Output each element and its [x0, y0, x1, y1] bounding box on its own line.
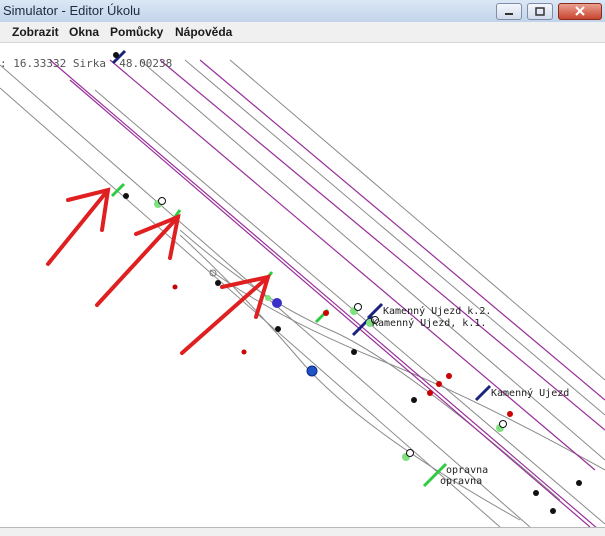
stop-label-1: Kamenný Ujezd k.2.: [383, 305, 491, 317]
maximize-icon: [535, 7, 545, 16]
close-icon: [575, 6, 585, 16]
minimize-button[interactable]: [496, 3, 522, 20]
maximize-button[interactable]: [527, 3, 553, 20]
stop-label-3: Kamenný Ujezd: [491, 387, 569, 399]
stop-label-2: Kamenný Ujezd, k.1.: [372, 317, 486, 329]
close-button[interactable]: [558, 3, 602, 20]
depot-label-2: opravna: [440, 476, 482, 487]
title-bar: Simulator - Editor Úkolu: [0, 0, 605, 23]
menu-bar: Zobrazit Okna Pomůcky Nápověda: [0, 22, 605, 43]
menu-zobrazit[interactable]: Zobrazit: [12, 25, 59, 39]
menu-napoveda[interactable]: Nápověda: [175, 25, 232, 39]
signal-markers[interactable]: [110, 49, 492, 488]
coordinate-readout: : 16.33332 Sirka 48.00238: [0, 57, 173, 70]
map-canvas[interactable]: Kamenný Ujezd k.2. Kamenný Ujezd, k.1. K…: [0, 43, 605, 527]
depot-label-1: opravna: [446, 465, 488, 476]
minimize-icon: [505, 13, 513, 15]
purple-tracks: [49, 59, 605, 527]
window-title: Simulator - Editor Úkolu: [3, 3, 141, 18]
menu-okna[interactable]: Okna: [69, 25, 99, 39]
menu-pomucky[interactable]: Pomůcky: [110, 25, 163, 39]
red-arrows: [46, 187, 271, 355]
